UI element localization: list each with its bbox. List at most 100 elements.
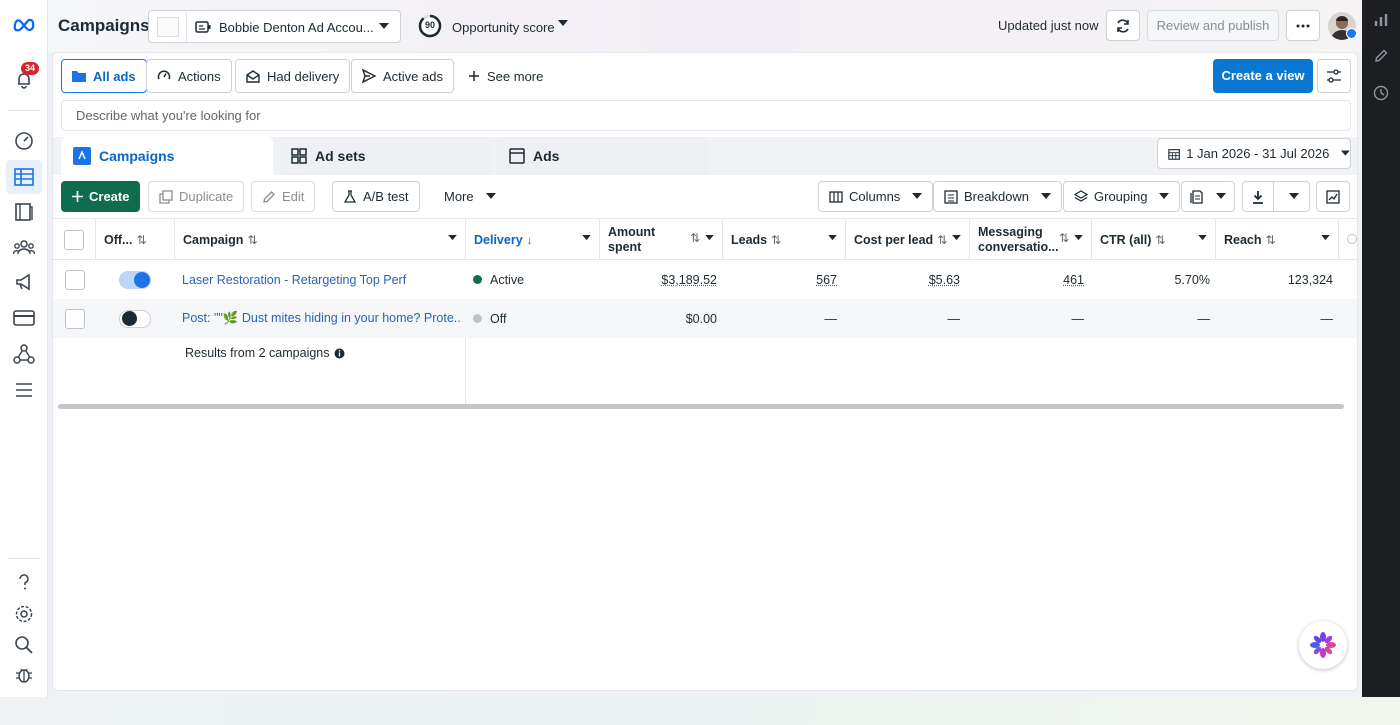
chevron-down-icon [1289, 193, 1300, 199]
table-row[interactable]: Post: ""🌿 Dust mites hiding in your home… [53, 299, 1357, 338]
integrations-icon[interactable] [12, 342, 36, 366]
columns-label: Columns [849, 189, 901, 204]
messaging-value[interactable]: 461 [970, 260, 1084, 299]
tab-ads[interactable]: Ads [497, 137, 709, 175]
dashboard-gauge-icon[interactable] [12, 129, 36, 153]
sort-icon[interactable]: ⇅ [1155, 233, 1165, 247]
sort-icon[interactable]: ⇅ [1266, 233, 1276, 247]
history-clock-icon[interactable] [1373, 85, 1389, 101]
column-header-delivery[interactable]: Delivery ↓ [466, 219, 600, 260]
export-button[interactable] [1242, 181, 1310, 212]
billing-card-icon[interactable] [12, 306, 36, 330]
filter-see-more[interactable]: See more [457, 59, 555, 93]
chevron-down-icon[interactable] [558, 20, 568, 27]
campaign-name-link[interactable]: Laser Restoration - Retargeting Top Perf [182, 260, 462, 299]
column-header-amount-line1: Amount [608, 224, 656, 239]
chevron-down-icon [828, 235, 837, 241]
sort-descending-icon[interactable]: ↓ [527, 233, 533, 247]
select-all-checkbox[interactable] [64, 229, 84, 250]
more-options-button[interactable] [1286, 10, 1320, 41]
column-header-cost-per-lead[interactable]: Cost per lead ⇅ [846, 219, 970, 260]
actions-gauge-icon [157, 70, 171, 80]
leads-value[interactable]: 567 [723, 260, 837, 299]
menu-icon[interactable] [12, 378, 36, 402]
tab-ad-sets[interactable]: Ad sets [279, 137, 491, 175]
chevron-down-icon [952, 235, 961, 241]
edit-pencil-icon[interactable] [1373, 48, 1389, 64]
row-checkbox[interactable] [65, 269, 85, 290]
row-checkbox[interactable] [65, 308, 85, 329]
pencil-icon [263, 190, 275, 203]
results-summary: Results from 2 campaigns [185, 338, 425, 368]
sort-icon[interactable]: ⇅ [247, 233, 257, 247]
more-actions-button[interactable]: More [433, 181, 507, 212]
filter-had-delivery[interactable]: Had delivery [235, 59, 351, 93]
cost-per-lead-value[interactable]: $5.63 [846, 260, 960, 299]
account-logo [157, 17, 179, 37]
sort-icon[interactable]: ⇅ [690, 231, 700, 246]
megaphone-icon[interactable] [12, 270, 36, 294]
create-view-button[interactable]: Create a view [1213, 59, 1313, 93]
settings-icon[interactable] [12, 602, 36, 626]
sort-icon[interactable]: ⇅ [136, 233, 146, 247]
add-column-icon[interactable] [1347, 234, 1357, 244]
column-header-toggle[interactable]: Off... ⇅ [96, 219, 175, 260]
chevron-down-icon [1198, 235, 1207, 241]
opportunity-score-label[interactable]: Opportunity score [452, 20, 555, 35]
campaign-toggle[interactable] [119, 270, 151, 289]
bug-icon[interactable] [12, 663, 36, 687]
rail-divider [8, 110, 40, 111]
sort-icon[interactable]: ⇅ [1059, 231, 1069, 246]
ab-test-button[interactable]: A/B test [332, 181, 420, 212]
pages-icon[interactable] [12, 200, 36, 224]
tab-campaigns[interactable]: Campaigns [61, 137, 273, 175]
column-header-reach[interactable]: Reach ⇅ [1216, 219, 1339, 260]
horizontal-scrollbar[interactable] [58, 404, 1344, 409]
campaigns-table-icon[interactable] [6, 160, 42, 194]
filter-active-ads[interactable]: Active ads [351, 59, 454, 93]
sort-icon[interactable]: ⇅ [937, 233, 947, 247]
columns-button[interactable]: Columns [818, 181, 934, 212]
search-icon[interactable] [12, 633, 36, 657]
date-range-picker[interactable]: 1 Jan 2026 - 31 Jul 2026 [1157, 138, 1351, 169]
grouping-button[interactable]: Grouping [1063, 181, 1181, 212]
filter-actions[interactable]: Actions [146, 59, 232, 93]
edit-button[interactable]: Edit [251, 181, 316, 212]
delivery-status-text: Off [490, 311, 507, 326]
breakdown-button[interactable]: Breakdown [933, 181, 1063, 212]
review-and-publish-button[interactable]: Review and publish [1147, 10, 1279, 41]
duplicate-button[interactable]: Duplicate [148, 181, 245, 212]
column-header-amount-spent[interactable]: Amount spent ⇅ [600, 219, 723, 260]
column-header-amount-line2: spent [608, 239, 642, 254]
audiences-icon[interactable] [12, 235, 36, 259]
reports-button[interactable] [1181, 181, 1235, 212]
meta-logo-icon[interactable] [12, 12, 36, 36]
account-selector[interactable]: Bobbie Denton Ad Accou... [148, 10, 401, 43]
sort-icon[interactable]: ⇅ [771, 233, 781, 247]
reach-value: — [1320, 311, 1334, 326]
opportunity-score-ring[interactable]: 90 [418, 14, 442, 38]
refresh-button[interactable] [1106, 10, 1140, 41]
column-header-campaign[interactable]: Campaign ⇅ [175, 219, 466, 260]
ai-assistant-button[interactable] [1299, 621, 1347, 669]
column-header-delivery-label: Delivery [474, 232, 523, 247]
filter-settings-button[interactable] [1317, 59, 1351, 93]
column-header-leads[interactable]: Leads ⇅ [723, 219, 846, 260]
help-icon[interactable] [12, 570, 36, 594]
bar-chart-icon[interactable] [1373, 12, 1389, 28]
search-input[interactable] [62, 101, 1350, 130]
amount-spent-value[interactable]: $3,189.52 [600, 260, 717, 299]
campaign-name-link[interactable]: Post: ""🌿 Dust mites hiding in your home… [182, 299, 462, 338]
flask-icon [343, 189, 357, 203]
create-button-label: Create [89, 189, 130, 204]
column-header-ctr[interactable]: CTR (all) ⇅ [1092, 219, 1216, 260]
table-row[interactable]: Laser Restoration - Retargeting Top Perf… [53, 260, 1357, 299]
summary-row: Results from 2 campaigns [53, 338, 1357, 368]
charts-button[interactable] [1316, 181, 1350, 212]
level-tabs: Campaigns Ad sets Ads 1 Jan 2026 - 31 Ju… [53, 137, 1357, 175]
filter-all-ads[interactable]: All ads [61, 59, 147, 93]
campaign-toggle[interactable] [119, 309, 151, 328]
column-header-messaging[interactable]: Messaging conversatio... ⇅ [970, 219, 1092, 260]
create-button[interactable]: Create [61, 181, 141, 212]
facebook-badge-icon [1346, 28, 1357, 39]
